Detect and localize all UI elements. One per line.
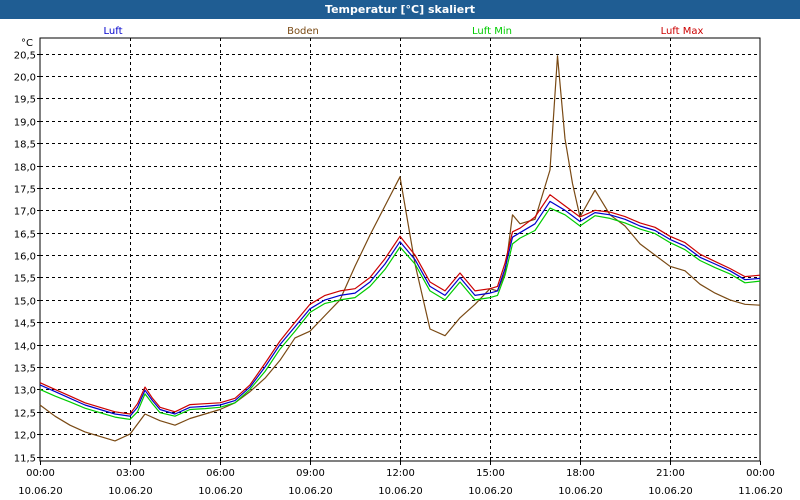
- x-tick-time: 15:00: [476, 468, 505, 479]
- y-tick-label: 12,5: [14, 409, 36, 420]
- x-tick-time: 03:00: [116, 468, 145, 479]
- y-tick-label: 18,5: [14, 140, 36, 151]
- y-tick-label: 13,5: [14, 364, 36, 375]
- x-tick-time: 00:00: [26, 468, 55, 479]
- y-tick-label: 20,5: [14, 51, 36, 62]
- y-tick-label: 19,0: [14, 118, 36, 129]
- chart-canvas: 11,5 12,0 12,5 13,0 13,5 14,0 14,5 15,0 15,5 16,0…: [14, 26, 783, 497]
- y-tick-label: 14,5: [14, 319, 36, 330]
- x-tick-date: 10.06.20: [378, 486, 423, 497]
- x-tick-time: 12:00: [386, 468, 415, 479]
- y-tick-label: 20,0: [14, 73, 36, 84]
- x-tick-time: 21:00: [656, 468, 685, 479]
- legend-entry: Luft Min: [472, 26, 512, 37]
- x-tick-date: 10.06.20: [18, 486, 63, 497]
- x-tick-time: 06:00: [206, 468, 235, 479]
- y-tick-label: 12,0: [14, 431, 36, 442]
- chart-window: Temperatur [°C] skaliert 11,5 12,0 12,5 13,…: [0, 0, 800, 500]
- x-tick-time: 18:00: [566, 468, 595, 479]
- y-tick-label: 15,0: [14, 297, 36, 308]
- y-tick-label: 19,5: [14, 95, 36, 106]
- y-tick-label: 18,0: [14, 163, 36, 174]
- x-tick-date: 10.06.20: [468, 486, 513, 497]
- legend-entry: Luft: [104, 26, 123, 37]
- x-tick-date: 10.06.20: [198, 486, 243, 497]
- x-tick-date: 10.06.20: [108, 486, 153, 497]
- x-tick-date: 11.06.20: [738, 486, 783, 497]
- y-tick-label: 11,5: [14, 454, 36, 465]
- x-tick-time: 09:00: [296, 468, 325, 479]
- x-tick-date: 10.06.20: [648, 486, 693, 497]
- x-tick-time: 00:00: [746, 468, 775, 479]
- y-tick-label: 17,0: [14, 207, 36, 218]
- y-axis-unit: °C: [21, 38, 33, 49]
- y-tick-label: 17,5: [14, 185, 36, 196]
- legend-entry: Luft Max: [661, 26, 704, 37]
- y-tick-label: 16,5: [14, 230, 36, 241]
- y-tick-label: 16,0: [14, 252, 36, 263]
- x-tick-date: 10.06.20: [288, 486, 333, 497]
- y-tick-label: 13,0: [14, 386, 36, 397]
- y-tick-label: 14,0: [14, 342, 36, 353]
- y-tick-label: 15,5: [14, 274, 36, 285]
- x-tick-date: 10.06.20: [558, 486, 603, 497]
- legend-entry: Boden: [287, 26, 319, 37]
